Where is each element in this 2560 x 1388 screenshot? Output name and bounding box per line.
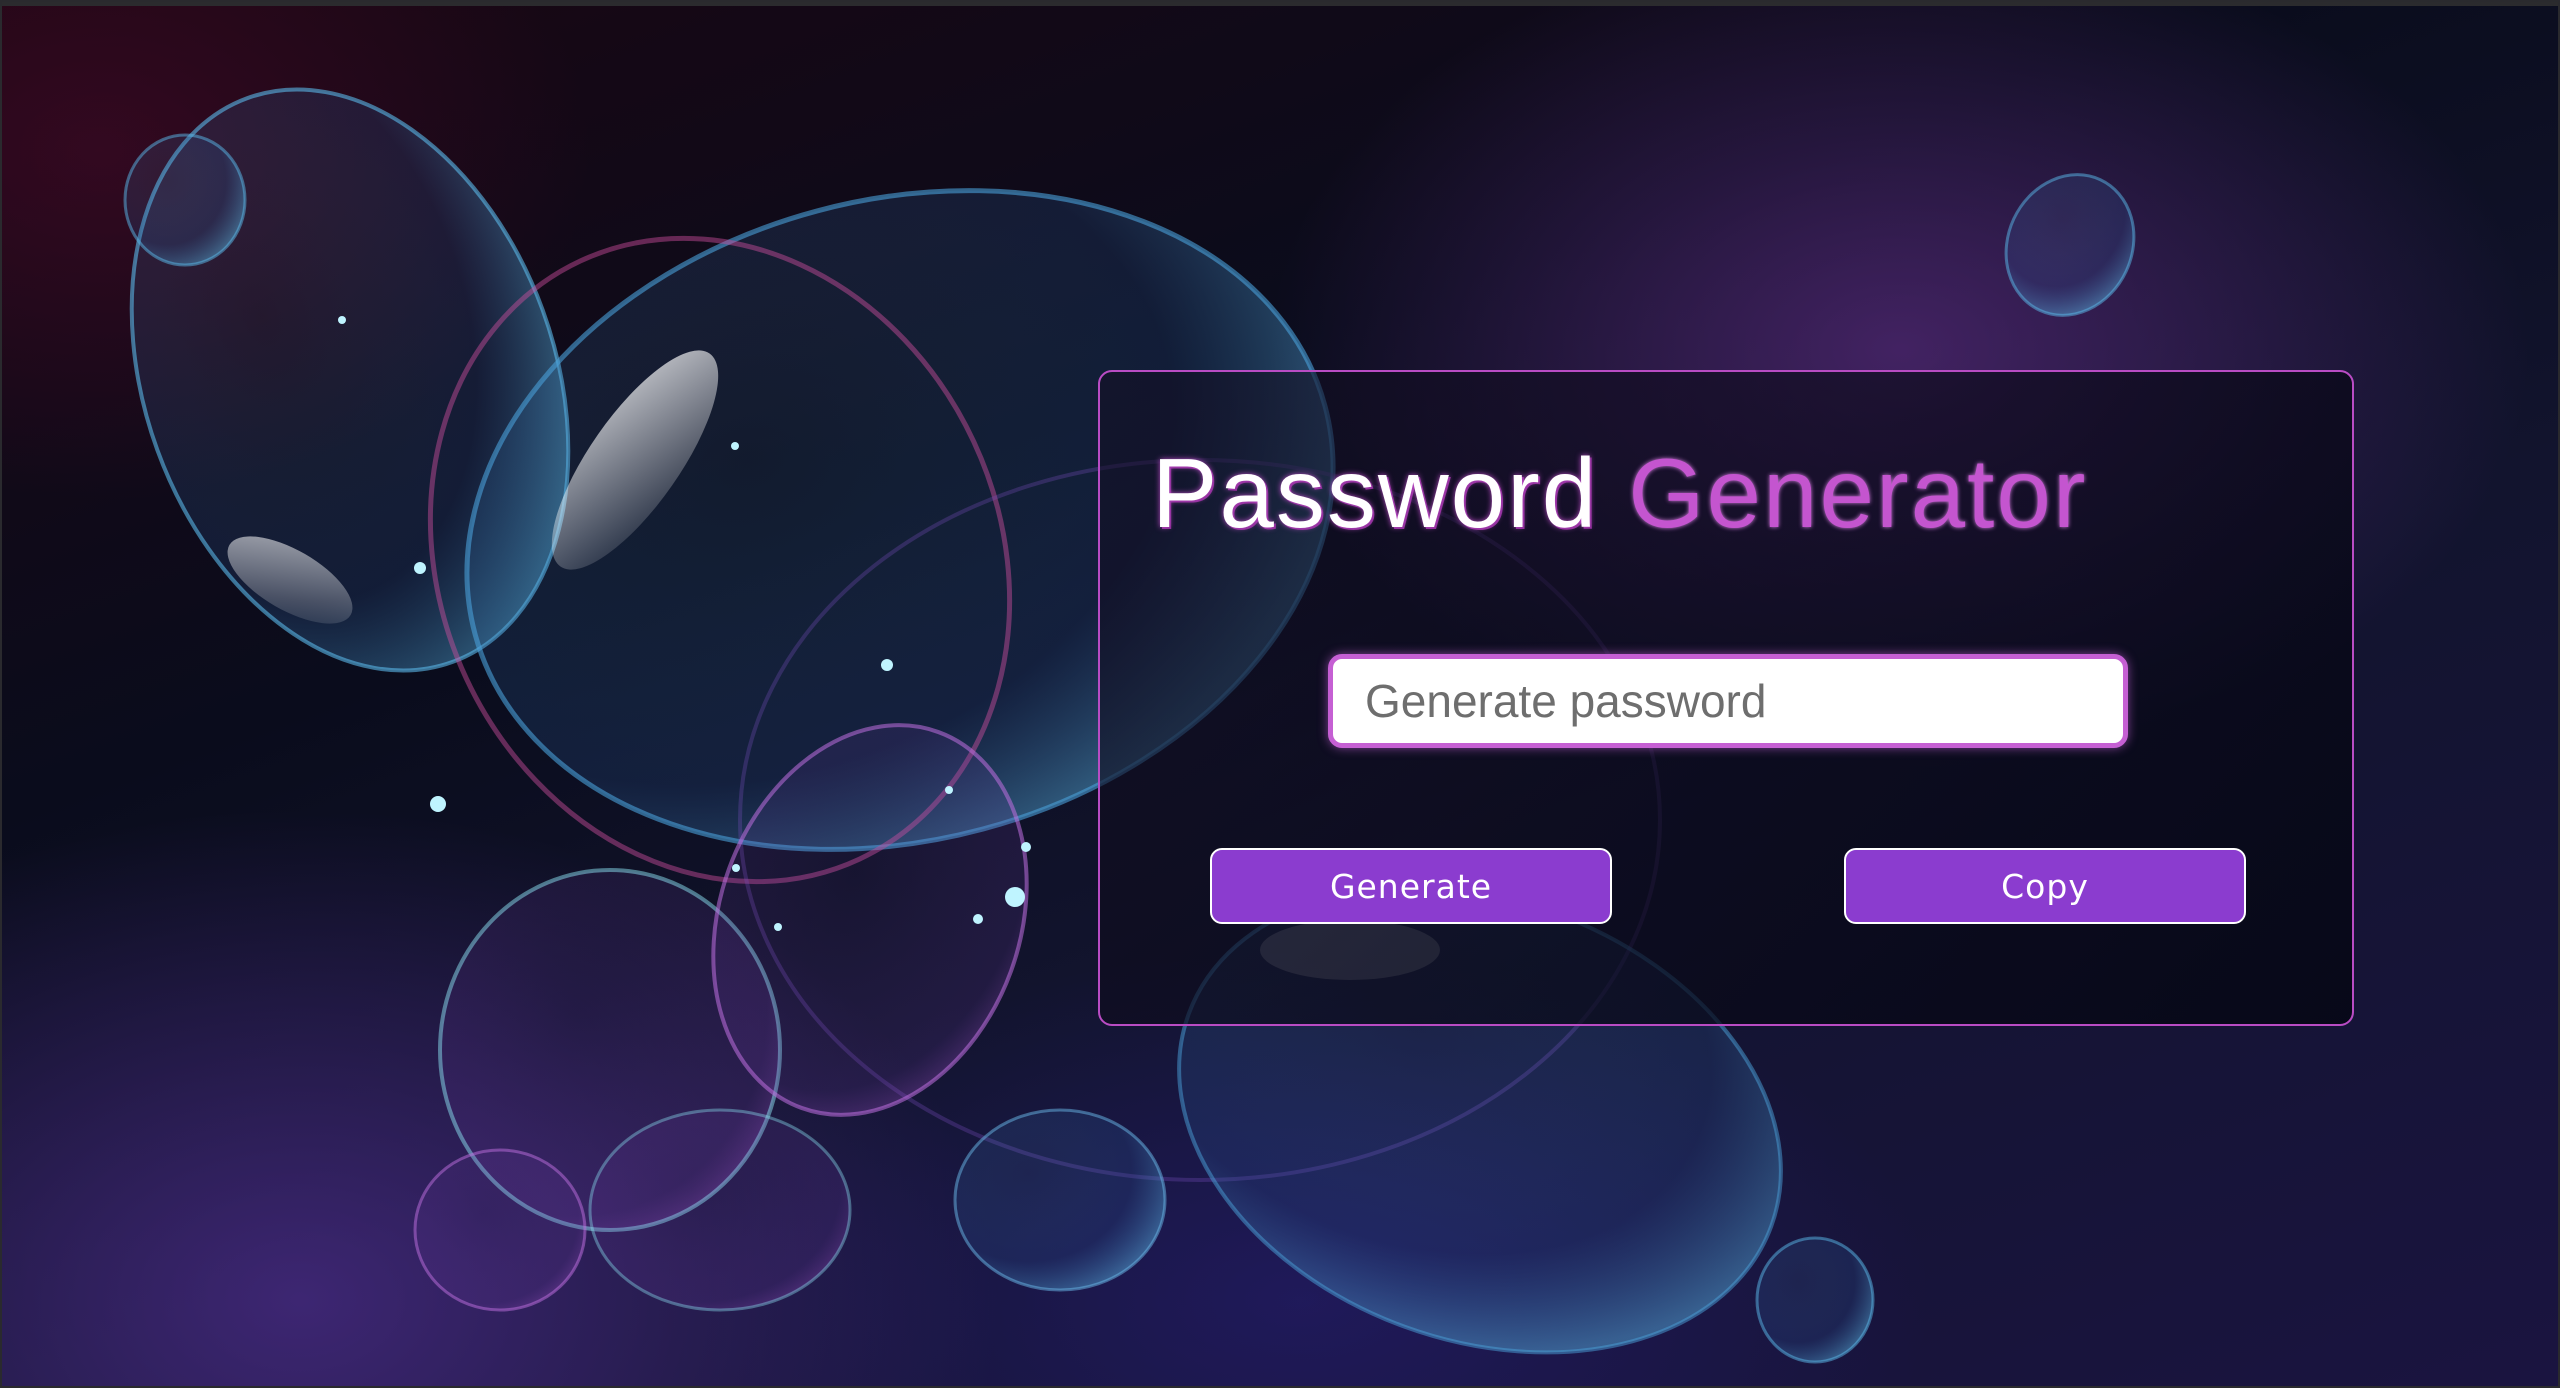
title-part-generator: Generator <box>1628 438 2088 548</box>
password-input[interactable] <box>1328 654 2128 748</box>
generator-card: PasswordGenerator Generate Copy <box>1098 370 2354 1026</box>
page-title: Password Generator <box>1152 444 2088 542</box>
copy-button[interactable]: Copy <box>1844 848 2246 924</box>
title-part-password: Password <box>1152 438 1599 548</box>
generate-button[interactable]: Generate <box>1210 848 1612 924</box>
